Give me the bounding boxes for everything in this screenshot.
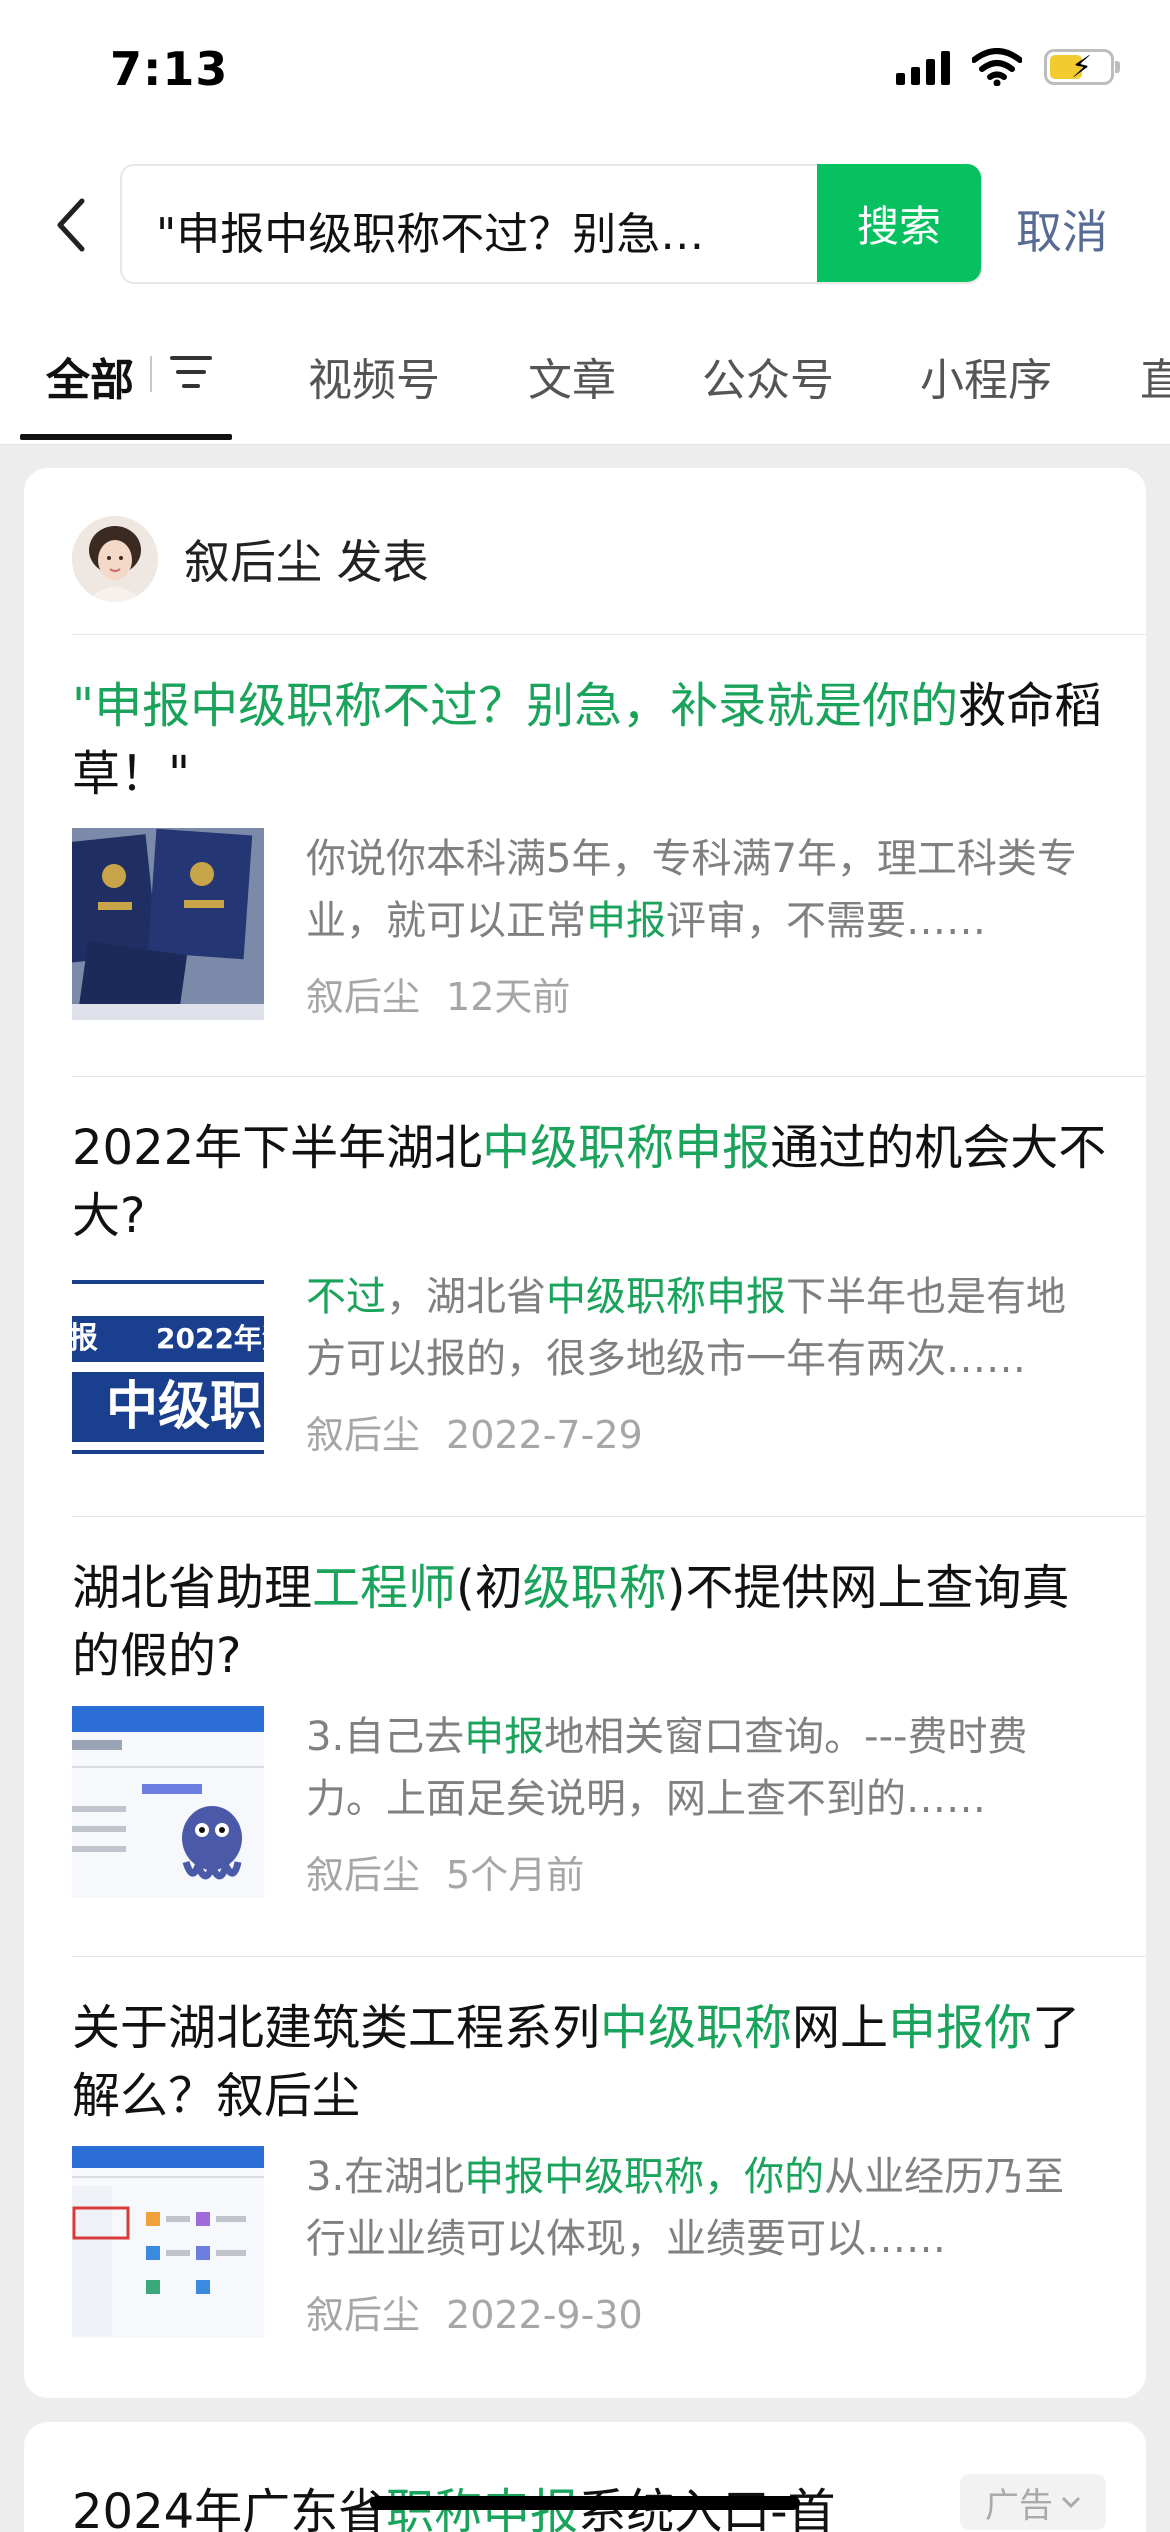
result-source: 叙后尘 [306,1853,421,1897]
chevron-down-icon [1061,2496,1081,2509]
result-source: 叙后尘 [306,1413,421,1457]
ad-badge-label: 广告 [985,2485,1053,2526]
title-fragment: 网上 [792,2000,889,2056]
thumb-text-left: 报 [72,1321,98,1356]
thumb-text-bottom: 中级职 [106,1377,262,1437]
result-title[interactable]: 湖北省助理工程师(初级职称)不提供网上查询真的假的? [72,1554,1112,1690]
tab-official-accounts[interactable]: 公众号 [702,344,834,408]
result-date: 5个月前 [446,1853,585,1897]
snippet-fragment-highlight: 申报 [464,1714,545,1760]
status-time: 7:13 [110,42,229,96]
wifi-icon [972,48,1022,86]
title-fragment-highlight: 级职称 [522,1560,667,1616]
home-indicator[interactable] [370,2496,800,2510]
tab-all[interactable]: 全部 [46,344,134,408]
result-date: 12天前 [446,975,571,1019]
result-title[interactable]: 关于湖北建筑类工程系列中级职称网上申报你了解么？叙后尘 [72,1994,1112,2130]
title-fragment: 关于湖北建筑类工程系列 [72,2000,601,2056]
snippet-fragment: 3.在湖北 [306,2154,465,2200]
snippet-fragment-highlight: 不过 [306,1274,386,1320]
status-bar: 7:13 ⚡ [0,0,1170,150]
title-fragment-highlight: 中级职称 [600,2000,793,2056]
divider [72,634,1146,635]
result-snippet: 3.自己去申报地相关窗口查询。---费时费力。上面足矣说明，网上查不到的…… [306,1706,1096,1830]
result-title[interactable]: 2022年下半年湖北中级职称申报通过的机会大不大? [72,1114,1112,1250]
snippet-fragment-highlight: 申报 [586,898,666,944]
cellular-signal-icon [896,49,950,85]
status-icons: ⚡ [896,48,1120,86]
search-query-text: "申报中级职称不过？别急，补录就是你的救命稻草！" [156,209,716,260]
result-body: 2022年湖 中级职 报 不过，湖北省中级职称申报下半年也是有地方可以报的，很多… [72,1266,1112,1466]
result-thumbnail: 2022年湖 中级职 报 [72,1266,264,1458]
title-fragment-highlight: 申报你 [888,2000,1033,2056]
snippet-fragment: 3.自己去 [306,1714,465,1760]
tab-video[interactable]: 视频号 [308,344,440,408]
tab-divider [150,356,152,392]
result-body: 你说你本科满5年，专科满7年，理工科类专业，就可以正常申报评审，不需要…… 叙后… [72,828,1112,1028]
author-name[interactable]: 叙后尘 [184,535,322,589]
result-meta: 叙后尘 2022-7-29 [306,1404,643,1459]
result-source: 叙后尘 [306,975,421,1019]
snippet-fragment-highlight: 申报中级职称，你的 [464,2154,825,2200]
search-result-3[interactable]: 湖北省助理工程师(初级职称)不提供网上查询真的假的? 3.自己去申报地相关窗口查… [72,1554,1112,1898]
tab-live[interactable]: 直 [1140,344,1170,408]
search-header: "申报中级职称不过？别急，补录就是你的救命稻草！" [0,150,1170,300]
thumb-text-top: 2022年湖 [156,1322,264,1355]
battery-charging-icon: ⚡ [1044,49,1120,85]
result-meta: 叙后尘 5个月前 [306,1844,584,1899]
result-body: 3.自己去申报地相关窗口查询。---费时费力。上面足矣说明，网上查不到的…… 叙… [72,1706,1112,1906]
ad-badge[interactable]: 广告 [960,2474,1106,2530]
result-meta: 叙后尘 12天前 [306,966,570,1021]
result-snippet: 你说你本科满5年，专科满7年，理工科类专业，就可以正常申报评审，不需要…… [306,828,1096,952]
divider [72,1516,1146,1517]
result-thumbnail [72,828,264,1020]
divider [72,1076,1146,1077]
tab-articles[interactable]: 文章 [528,344,616,408]
title-fragment: (初 [456,1560,523,1616]
search-result-1[interactable]: "申报中级职称不过？别急，补录就是你的救命稻草！" 你说你本科满5年，专科满7年… [72,672,1112,1020]
search-result-4[interactable]: 关于湖北建筑类工程系列中级职称网上申报你了解么？叙后尘 3.在湖北申报中级职称，… [72,1994,1112,2338]
back-button[interactable] [40,190,100,260]
snippet-fragment: 评审，不需要…… [666,898,986,944]
ad-result-card[interactable]: 2024年广东省职称申报系统入口-首 广告 [24,2422,1146,2532]
result-thumbnail [72,1706,264,1898]
title-fragment: 湖北省助理 [72,1560,313,1616]
result-date: 2022-7-29 [446,1413,643,1457]
divider [72,1956,1146,1957]
search-result-2[interactable]: 2022年下半年湖北中级职称申报通过的机会大不大? 2022年湖 中级职 报 不… [72,1114,1112,1458]
result-body: 3.在湖北申报中级职称，你的从业经历乃至行业业绩可以体现，业绩要可以…… 叙后尘… [72,2146,1112,2346]
title-fragment-highlight: "申报中级职称不过？别急，补录就是你的 [72,678,959,734]
title-fragment-highlight: 工程师 [312,1560,457,1616]
snippet-fragment-highlight: 中级职称申报 [546,1274,786,1320]
back-arrow-icon [57,198,85,252]
result-source: 叙后尘 [306,2293,421,2337]
tab-mini-programs[interactable]: 小程序 [920,344,1052,408]
avatar[interactable] [72,516,158,602]
title-fragment-highlight: 中级职称申报 [482,1120,771,1176]
result-snippet: 3.在湖北申报中级职称，你的从业经历乃至行业业绩可以体现，业绩要可以…… [306,2146,1096,2270]
snippet-fragment: ，湖北省 [386,1274,546,1320]
title-fragment: 2022年下半年湖北 [72,1120,483,1176]
author-action: 发表 [336,535,429,589]
result-title[interactable]: "申报中级职称不过？别急，补录就是你的救命稻草！" [72,672,1112,808]
category-tabs: 全部 视频号 文章 公众号 小程序 直 [0,300,1170,445]
result-thumbnail [72,2146,264,2338]
result-snippet: 不过，湖北省中级职称申报下半年也是有地方可以报的，很多地级市一年有两次…… [306,1266,1096,1390]
active-tab-indicator [20,434,232,440]
result-meta: 叙后尘 2022-9-30 [306,2284,643,2339]
filter-icon[interactable] [170,352,212,392]
result-date: 2022-9-30 [446,2293,643,2337]
author-header[interactable]: 叙后尘 发表 [72,516,429,602]
search-button[interactable]: 搜索 [817,164,981,282]
title-fragment: 2024年广东省 [72,2484,387,2532]
author-results-card: 叙后尘 发表 "申报中级职称不过？别急，补录就是你的救命稻草！" 你说你本科满5… [24,468,1146,2398]
cancel-button[interactable]: 取消 [1016,196,1108,262]
author-line: 叙后尘 发表 [184,526,429,592]
